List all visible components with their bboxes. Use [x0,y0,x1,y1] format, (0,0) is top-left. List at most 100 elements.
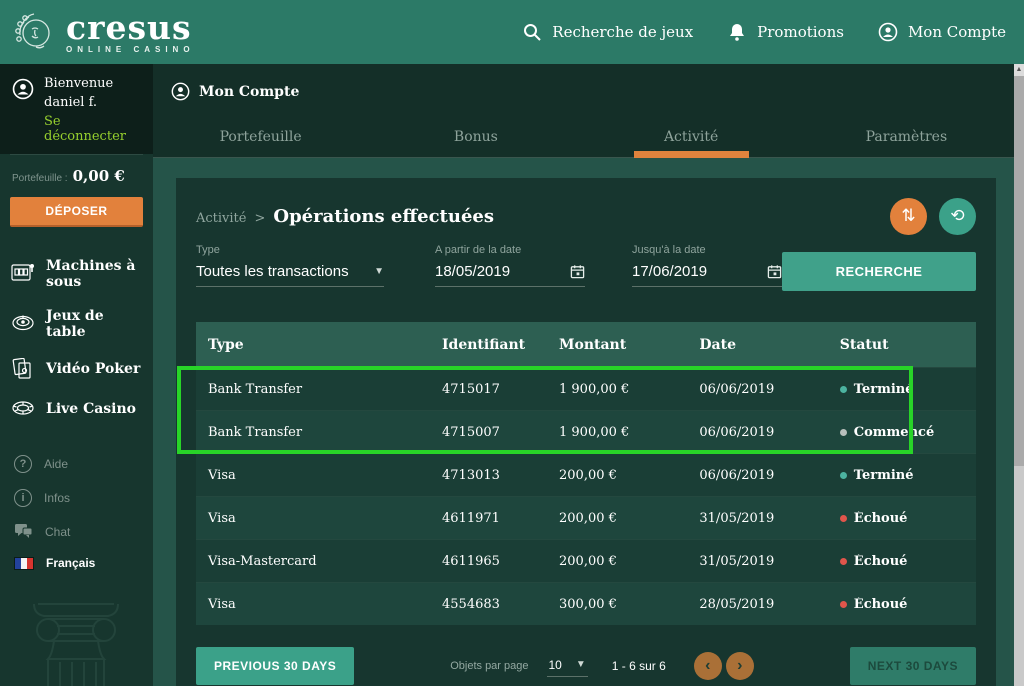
scrollbar-thumb[interactable] [1014,76,1024,466]
status-dot [840,601,847,608]
sidebar-item-label: Live Casino [46,401,136,417]
username: daniel f. [44,95,143,110]
swap-arrows-icon: ⇅ [901,206,915,226]
status-dot [840,472,847,479]
filter-bar: Type Toutes les transactions ▼ A partir … [196,242,976,304]
per-page-select[interactable]: 10 ▼ [547,656,588,677]
table-row[interactable]: Visa-Mastercard 4611965 200,00 € 31/05/2… [196,539,976,582]
cell-date: 06/06/2019 [687,468,827,483]
breadcrumb-separator: > [254,211,265,226]
cell-montant: 200,00 € [547,554,687,569]
previous-30-days-button[interactable]: PREVIOUS 30 DAYS [196,647,354,685]
calendar-icon[interactable] [767,264,782,279]
table-row[interactable]: Visa 4554683 300,00 € 28/05/2019 Échoué [196,582,976,625]
cell-type: Visa [196,468,430,483]
next-page-button[interactable]: › [726,652,754,680]
user-block: Bienvenue daniel f. Se déconnecter [0,64,153,154]
status-badge: Échoué [854,554,908,569]
cell-type: Bank Transfer [196,425,430,440]
account-tabs: Portefeuille Bonus Activité Paramètres [153,119,1014,157]
sidebar-item-video-poker[interactable]: Vidéo Poker [0,349,153,389]
next-30-days-button[interactable]: NEXT 30 DAYS [850,647,976,685]
nav-promotions[interactable]: Promotions [727,22,844,42]
tab-portefeuille[interactable]: Portefeuille [153,119,368,157]
date-to-value: 17/06/2019 [632,263,707,280]
cell-date: 31/05/2019 [687,511,827,526]
cell-statut: Commencé [828,425,976,440]
cell-date: 28/05/2019 [687,597,827,612]
sidebar-item-aide[interactable]: ? Aide [0,447,153,481]
tab-bonus[interactable]: Bonus [368,119,583,157]
table-header: Type Identifiant Montant Date Statut [196,322,976,367]
cell-type: Bank Transfer [196,382,430,397]
status-badge: Terminé [854,468,914,483]
cell-date: 31/05/2019 [687,554,827,569]
sidebar-item-live-casino[interactable]: Live Casino [0,389,153,429]
chevron-left-icon: ‹ [705,657,710,674]
sidebar-item-infos[interactable]: i Infos [0,481,153,515]
welcome-text: Bienvenue [44,76,143,91]
status-dot [840,558,847,565]
cresus-logo[interactable]: cresus ONLINE CASINO [12,9,195,55]
logout-link[interactable]: Se déconnecter [44,114,143,144]
nav-search-games[interactable]: Recherche de jeux [522,22,693,42]
calendar-icon[interactable] [570,264,585,279]
sidebar-item-label: Aide [44,457,68,471]
breadcrumb-section[interactable]: Activité [196,211,246,226]
greek-column-decoration [24,596,128,686]
logo-subtitle: ONLINE CASINO [66,46,195,54]
date-from-value: 18/05/2019 [435,263,510,280]
date-from-label: A partir de la date [435,244,585,256]
table-row[interactable]: Bank Transfer 4715007 1 900,00 € 06/06/2… [196,410,976,453]
activity-panel: Activité > Opérations effectuées ⇅ ⟲ Typ… [176,178,996,686]
column-header-montant: Montant [547,337,687,353]
cell-statut: Échoué [828,597,976,612]
type-filter[interactable]: Type Toutes les transactions ▼ [196,244,384,287]
nav-mon-compte-label: Mon Compte [908,23,1006,41]
account-title-text: Mon Compte [199,84,299,100]
info-icon: i [14,489,32,507]
table-games-icon [10,313,36,335]
table-row[interactable]: Bank Transfer 4715017 1 900,00 € 06/06/2… [196,367,976,410]
wallet-value: 0,00 € [73,167,125,185]
scrollbar-up-arrow[interactable]: ▲ [1014,64,1024,76]
deposit-button[interactable]: DÉPOSER [10,197,143,227]
account-header-band: Mon Compte Portefeuille Bonus Activité P… [153,64,1014,158]
table-row[interactable]: Visa 4611971 200,00 € 31/05/2019 Échoué [196,496,976,539]
cell-identifiant: 4611971 [430,511,547,526]
date-to-field[interactable]: Jusqu'à la date 17/06/2019 [632,244,782,287]
sidebar-item-chat[interactable]: Chat [0,515,153,548]
cell-identifiant: 4715007 [430,425,547,440]
chevron-down-icon: ▼ [374,266,384,277]
cell-type: Visa [196,597,430,612]
nav-mon-compte[interactable]: Mon Compte [878,22,1006,42]
status-badge: Commencé [854,425,934,440]
logo-title: cresus [66,11,195,44]
status-dot [840,386,847,393]
cell-statut: Échoué [828,511,976,526]
sidebar-item-jeux-de-table[interactable]: Jeux de table [0,299,153,349]
sidebar-item-language[interactable]: Français [0,548,153,578]
breadcrumb: Activité > Opérations effectuées [196,206,890,227]
prev-page-button[interactable]: ‹ [694,652,722,680]
history-action-button[interactable]: ⟲ [939,198,976,235]
date-from-field[interactable]: A partir de la date 18/05/2019 [435,244,585,287]
status-badge: Échoué [854,597,908,612]
support-menu: ? Aide i Infos Chat Français [0,433,153,578]
history-icon: ⟲ [950,206,964,226]
search-button[interactable]: RECHERCHE [782,252,976,291]
tab-activite[interactable]: Activité [584,119,799,157]
sidebar-item-label: Jeux de table [46,308,143,340]
video-poker-icon [10,358,36,380]
tab-parametres[interactable]: Paramètres [799,119,1014,157]
wallet-balance: Portefeuille : 0,00 € [0,155,153,191]
cell-date: 06/06/2019 [687,382,827,397]
transfer-action-button[interactable]: ⇅ [890,198,927,235]
vertical-scrollbar[interactable]: ▲ [1014,64,1024,686]
nav-search-label: Recherche de jeux [552,23,693,41]
sidebar-item-label: Vidéo Poker [46,361,140,377]
table-row[interactable]: Visa 4713013 200,00 € 06/06/2019 Terminé [196,453,976,496]
page-title: Opérations effectuées [273,206,494,227]
column-header-date: Date [687,337,827,353]
sidebar-item-machines-a-sous[interactable]: Machines à sous [0,249,153,299]
